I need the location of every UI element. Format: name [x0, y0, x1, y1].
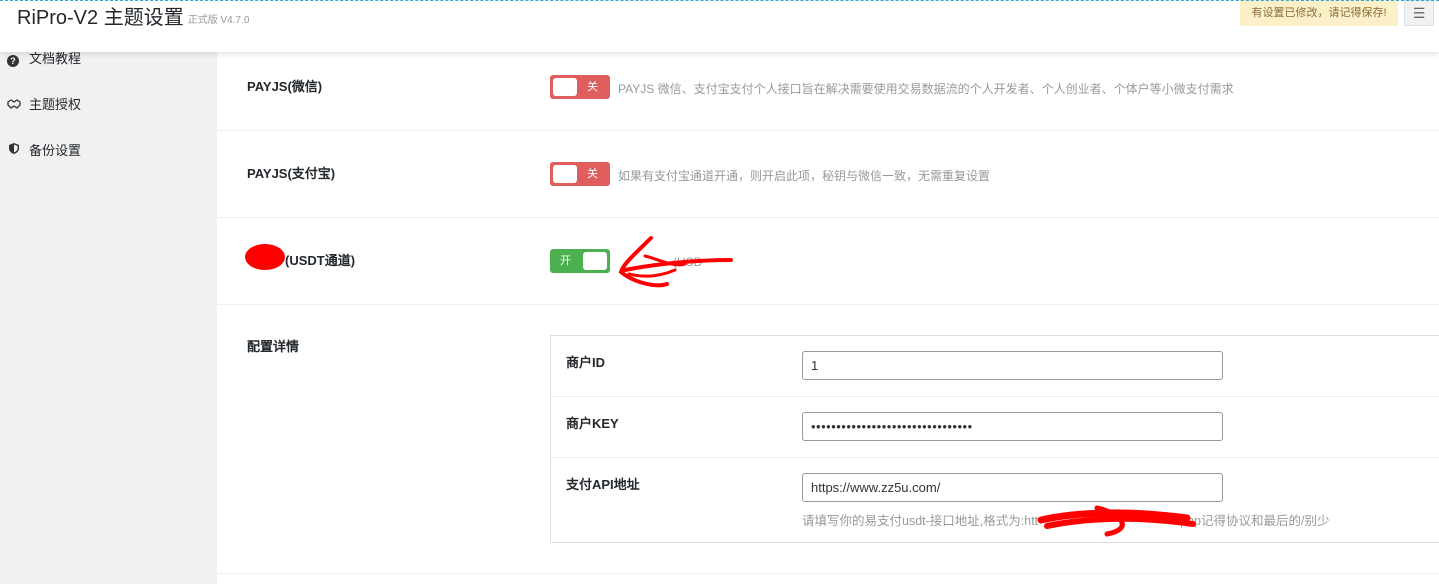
switch-knob: [553, 165, 577, 183]
redaction-scribble: [1037, 505, 1196, 537]
sidebar-item-label: 主题授权: [29, 97, 82, 112]
settings-main: PAYJS(微信) 关 PAYJS 微信、支付宝支付个人接口旨在解决需要使用交易…: [217, 52, 1439, 584]
setting-description: 如果有支付宝通道开通，则开启此项，秘钥与微信一致，无需重复设置: [618, 169, 991, 183]
sidebar: ? 文档教程 主题授权 备份设置: [0, 0, 217, 584]
field-row-merchant-id: 商户ID 1: [551, 336, 1439, 397]
setting-label: PAYJS(支付宝): [247, 166, 336, 181]
field-label: 商户ID: [566, 355, 606, 370]
sidebar-item-backup[interactable]: 备份设置: [7, 141, 81, 161]
field-row-merchant-key: 商户KEY ••••••••••••••••••••••••••••••••: [551, 397, 1439, 458]
sidebar-item-label: 备份设置: [29, 143, 82, 158]
header: RiPro-V2 主题设置 正式版 V4.7.0 有设置已修改，请记得保存! ☰: [0, 0, 1439, 52]
version-label: 正式版 V4.7.0: [187, 15, 250, 27]
unsaved-notice: 有设置已修改，请记得保存!: [1240, 0, 1398, 26]
switch-state: 关: [587, 168, 598, 180]
setting-description: PAYJS 微信、支付宝支付个人接口旨在解决需要使用交易数据流的个人开发者、个人…: [618, 82, 1234, 96]
switch-knob: [553, 78, 577, 96]
config-fieldset: 商户ID 1 商户KEY •••••••••••••••••••••••••••…: [550, 335, 1439, 543]
red-arrow-annotation: [618, 236, 733, 288]
setting-label: PAYJS(微信): [247, 79, 323, 94]
switch-state: 关: [587, 81, 598, 93]
shield-icon: [7, 141, 21, 161]
setting-row-payjs-wechat: PAYJS(微信) 关 PAYJS 微信、支付宝支付个人接口旨在解决需要使用交易…: [217, 52, 1439, 131]
api-url-input[interactable]: https://www.zz5u.com/: [802, 473, 1223, 502]
menu-collapse-button[interactable]: ☰: [1404, 0, 1434, 26]
page-title: RiPro-V2 主题设置 正式版 V4.7.0: [17, 7, 250, 29]
switch-state: 开: [560, 255, 571, 267]
question-circle-icon: ?: [7, 55, 19, 67]
redaction-mark: [245, 244, 285, 270]
menu-collapse-icon: ☰: [1412, 5, 1426, 21]
payjs-alipay-switch[interactable]: 关: [550, 162, 610, 186]
usdt-switch[interactable]: 开: [550, 249, 610, 273]
merchant-id-input[interactable]: 1: [802, 351, 1223, 380]
payjs-wechat-switch[interactable]: 关: [550, 75, 610, 99]
setting-row-payjs-alipay: PAYJS(支付宝) 关 如果有支付宝通道开通，则开启此项，秘钥与微信一致，无需…: [217, 131, 1439, 218]
sidebar-item-license[interactable]: 主题授权: [7, 95, 81, 115]
setting-row-usdt: (USDT通道) 开 (USD: [217, 218, 1439, 305]
field-row-api-url: 支付API地址 https://www.zz5u.com/ 请填写你的易支付us…: [551, 458, 1439, 542]
config-label: 配置详情: [247, 339, 300, 354]
sidebar-item-docs[interactable]: ? 文档教程: [7, 49, 81, 69]
handshake-icon: [7, 95, 21, 115]
field-label: 商户KEY: [566, 416, 619, 431]
field-label: 支付API地址: [566, 477, 640, 492]
sidebar-item-label: 文档教程: [29, 51, 82, 66]
merchant-key-input[interactable]: ••••••••••••••••••••••••••••••••: [802, 412, 1223, 441]
switch-knob: [583, 252, 607, 270]
top-dashed-line: [0, 0, 1439, 1]
setting-label: (USDT通道): [285, 253, 356, 268]
